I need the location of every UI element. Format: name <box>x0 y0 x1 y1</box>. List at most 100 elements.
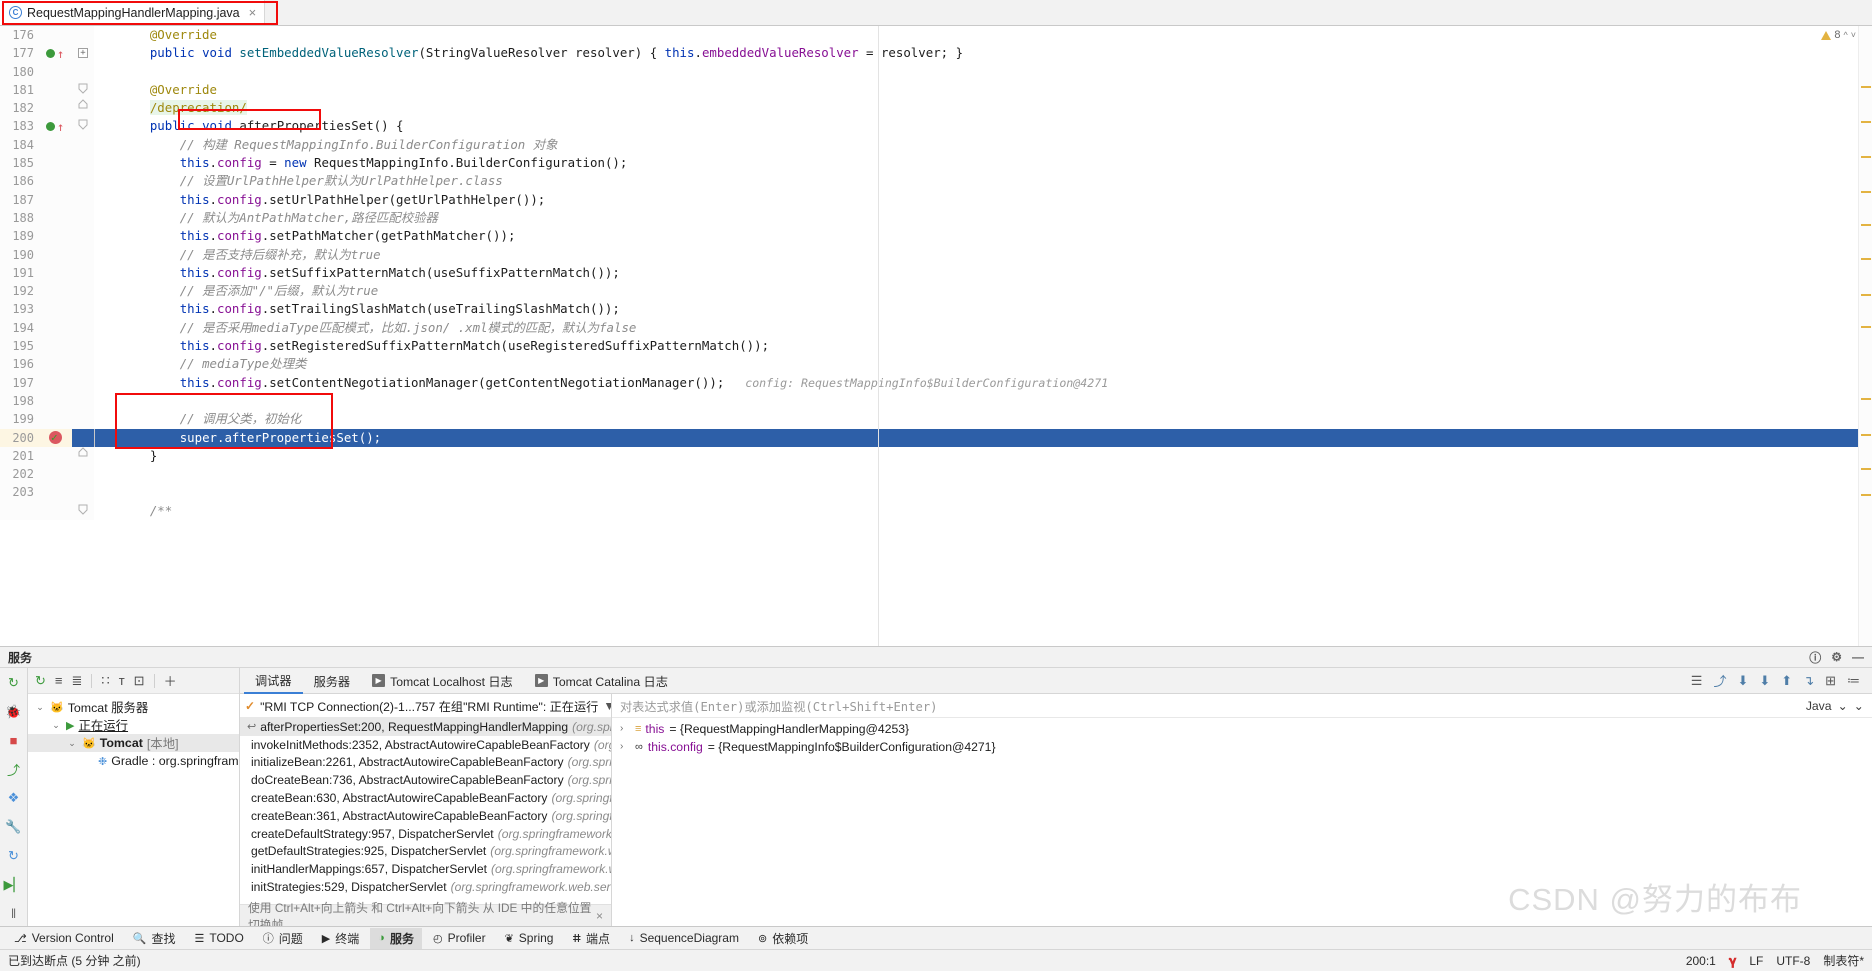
code-line[interactable]: 192 // 是否添加"/"后缀，默认为true <box>0 282 1872 301</box>
code-line[interactable]: /** <box>0 501 1872 521</box>
marker-tick[interactable] <box>1861 294 1871 296</box>
gutter-marker-area[interactable] <box>40 62 72 81</box>
step-out-icon[interactable]: ⬆ <box>1781 673 1792 689</box>
gutter-marker-area[interactable] <box>40 227 72 246</box>
fold-gutter[interactable] <box>72 154 94 173</box>
minimize-icon[interactable]: — <box>1852 650 1864 664</box>
breakpoint-icon[interactable] <box>49 429 62 447</box>
code-line[interactable]: 201 } <box>0 446 1872 466</box>
gutter-marker-area[interactable] <box>40 154 72 173</box>
expand-chevron-icon[interactable]: › <box>620 741 630 752</box>
collapse-all-icon[interactable]: ≣ <box>72 673 83 689</box>
fold-gutter[interactable] <box>72 227 94 246</box>
code-line[interactable]: 190 // 是否支持后缀补充，默认为true <box>0 245 1872 264</box>
debugger-tab[interactable]: 调试器 <box>244 668 303 694</box>
code-line[interactable]: 197 this.config.setContentNegotiationMan… <box>0 373 1872 392</box>
stop-icon[interactable]: ■ <box>6 733 22 748</box>
gutter-marker-area[interactable] <box>40 428 72 447</box>
code-line[interactable]: 200 super.afterPropertiesSet(); <box>0 428 1872 447</box>
fold-gutter[interactable] <box>72 190 94 209</box>
marker-tick[interactable] <box>1861 224 1871 226</box>
resume-icon[interactable]: ▶▏ <box>4 877 24 893</box>
implements-arrow-icon[interactable]: ↑ <box>57 45 64 63</box>
code-line[interactable]: 203 <box>0 483 1872 502</box>
code-line[interactable]: 199 // 调用父类，初始化 <box>0 410 1872 429</box>
fold-gutter[interactable] <box>72 318 94 338</box>
code-editor[interactable]: 176 @Override 177 ↑ + public void setEmbedd… <box>0 26 1872 646</box>
gutter-marker-area[interactable] <box>40 337 72 356</box>
gutter-marker-area[interactable] <box>40 300 72 319</box>
stack-frame-item[interactable]: initializeBean:2261, AbstractAutowireCap… <box>240 754 611 772</box>
fold-gutter[interactable] <box>72 410 94 429</box>
services-tree[interactable]: ⌄ 🐱 Tomcat 服务器 ⌄ ▶ 正在运行 ⌄ 🐱 Tomcat [本地] ❉ Gradle :… <box>28 694 239 926</box>
gutter-marker-area[interactable] <box>40 501 72 521</box>
fold-gutter[interactable] <box>72 26 94 45</box>
git-branch-icon[interactable]: 𝛄 <box>1729 953 1736 969</box>
add-icon[interactable]: ＋ <box>164 671 177 690</box>
marker-tick[interactable] <box>1861 121 1871 123</box>
fold-gutter[interactable] <box>72 282 94 301</box>
code-line[interactable]: 193 this.config.setTrailingSlashMatch(us… <box>0 300 1872 319</box>
indent-setting[interactable]: 制表符* <box>1823 952 1864 969</box>
expand-chevron-icon[interactable]: › <box>620 723 630 734</box>
pause-icon[interactable]: ‖ <box>6 906 22 921</box>
stack-frame-item[interactable]: getDefaultStrategies:925, DispatcherServ… <box>240 843 611 861</box>
tool-window-button[interactable]: ❦ Spring <box>497 928 562 949</box>
variables-list[interactable]: › ≡ this = {RequestMappingHandlerMapping@4… <box>612 718 1872 926</box>
thread-selector[interactable]: ✓ "RMI TCP Connection(2)-1...757 在组"RMI … <box>240 694 611 718</box>
tool-window-button[interactable]: ⓘ 问题 <box>255 928 311 949</box>
stack-frame-item[interactable]: createBean:361, AbstractAutowireCapableB… <box>240 807 611 825</box>
fold-gutter[interactable] <box>72 135 94 155</box>
caret-position[interactable]: 200:1 <box>1686 954 1716 968</box>
gutter-marker-area[interactable] <box>40 245 72 264</box>
fold-gutter[interactable] <box>72 373 94 392</box>
rerun-icon[interactable]: ↻ <box>6 675 22 691</box>
close-icon[interactable]: × <box>596 909 603 923</box>
stack-frame-item[interactable]: invokeInitMethods:2352, AbstractAutowire… <box>240 736 611 754</box>
gutter-marker-area[interactable] <box>40 190 72 209</box>
chevron-down-icon[interactable]: ⌄ <box>1838 699 1848 713</box>
fold-gutter[interactable] <box>72 391 94 411</box>
tool-window-button[interactable]: ⵌ 端点 <box>564 928 618 949</box>
help-icon[interactable]: ⓘ <box>1809 649 1821 666</box>
run-to-cursor-icon[interactable]: ↴ <box>1803 673 1814 689</box>
marker-tick[interactable] <box>1861 434 1871 436</box>
gutter-marker-area[interactable] <box>40 465 72 484</box>
fold-gutter[interactable] <box>72 208 94 228</box>
evaluate-icon[interactable]: ⊞ <box>1825 673 1836 689</box>
code-line[interactable]: 188 // 默认为AntPathMatcher,路径匹配校验器 <box>0 208 1872 228</box>
code-line[interactable]: 187 this.config.setUrlPathHelper(getUrlP… <box>0 190 1872 209</box>
fold-gutter[interactable] <box>72 337 94 356</box>
debug-icon[interactable]: 🐞 <box>5 704 21 720</box>
code-line[interactable]: 189 this.config.setPathMatcher(getPathMa… <box>0 227 1872 246</box>
variable-row[interactable]: › ∞ this.config = {RequestMappingInfo$Buil… <box>612 738 1872 756</box>
settings-icon[interactable]: 🔧 <box>5 819 21 835</box>
fold-gutter[interactable] <box>72 483 94 502</box>
gutter-marker-area[interactable] <box>40 135 72 155</box>
step-over-icon[interactable]: ⤴ <box>1713 671 1726 690</box>
tool-window-button[interactable]: ◑ 服务 <box>370 927 422 949</box>
restart-icon[interactable]: ↻ <box>6 848 22 864</box>
fold-gutter[interactable] <box>72 465 94 484</box>
services-tree-node[interactable]: ❉ Gradle : org.springfram <box>28 752 239 770</box>
fold-gutter[interactable] <box>72 263 94 283</box>
filter-icon[interactable]: ▼ <box>603 699 611 713</box>
gutter-marker-area[interactable] <box>40 282 72 301</box>
code-line[interactable]: 183 ↑ public void afterPropertiesSet() { <box>0 117 1872 136</box>
services-tree-node[interactable]: ⌄ 🐱 Tomcat [本地] <box>28 734 239 752</box>
gutter-marker-area[interactable] <box>40 355 72 374</box>
close-icon[interactable]: × <box>249 5 257 20</box>
fold-gutter[interactable] <box>72 62 94 81</box>
chevron-down-icon[interactable]: ⌄ <box>34 702 46 713</box>
settings-chevron-icon[interactable]: ⌄ <box>1854 699 1864 713</box>
fold-gutter[interactable] <box>72 446 94 466</box>
gear-icon[interactable]: ⚙ <box>1831 650 1842 664</box>
fold-gutter[interactable] <box>72 99 94 118</box>
fold-gutter[interactable] <box>72 245 94 264</box>
stack-frame-item[interactable]: initHandlerMappings:657, DispatcherServl… <box>240 860 611 878</box>
stack-frame-item[interactable]: createDefaultStrategy:957, DispatcherSer… <box>240 825 611 843</box>
editor-marker-bar[interactable] <box>1858 26 1872 646</box>
code-line[interactable]: 186 // 设置UrlPathHelper默认为UrlPathHelper.c… <box>0 172 1872 191</box>
marker-tick[interactable] <box>1861 156 1871 158</box>
code-line[interactable]: 182 /deprecation/ <box>0 99 1872 118</box>
